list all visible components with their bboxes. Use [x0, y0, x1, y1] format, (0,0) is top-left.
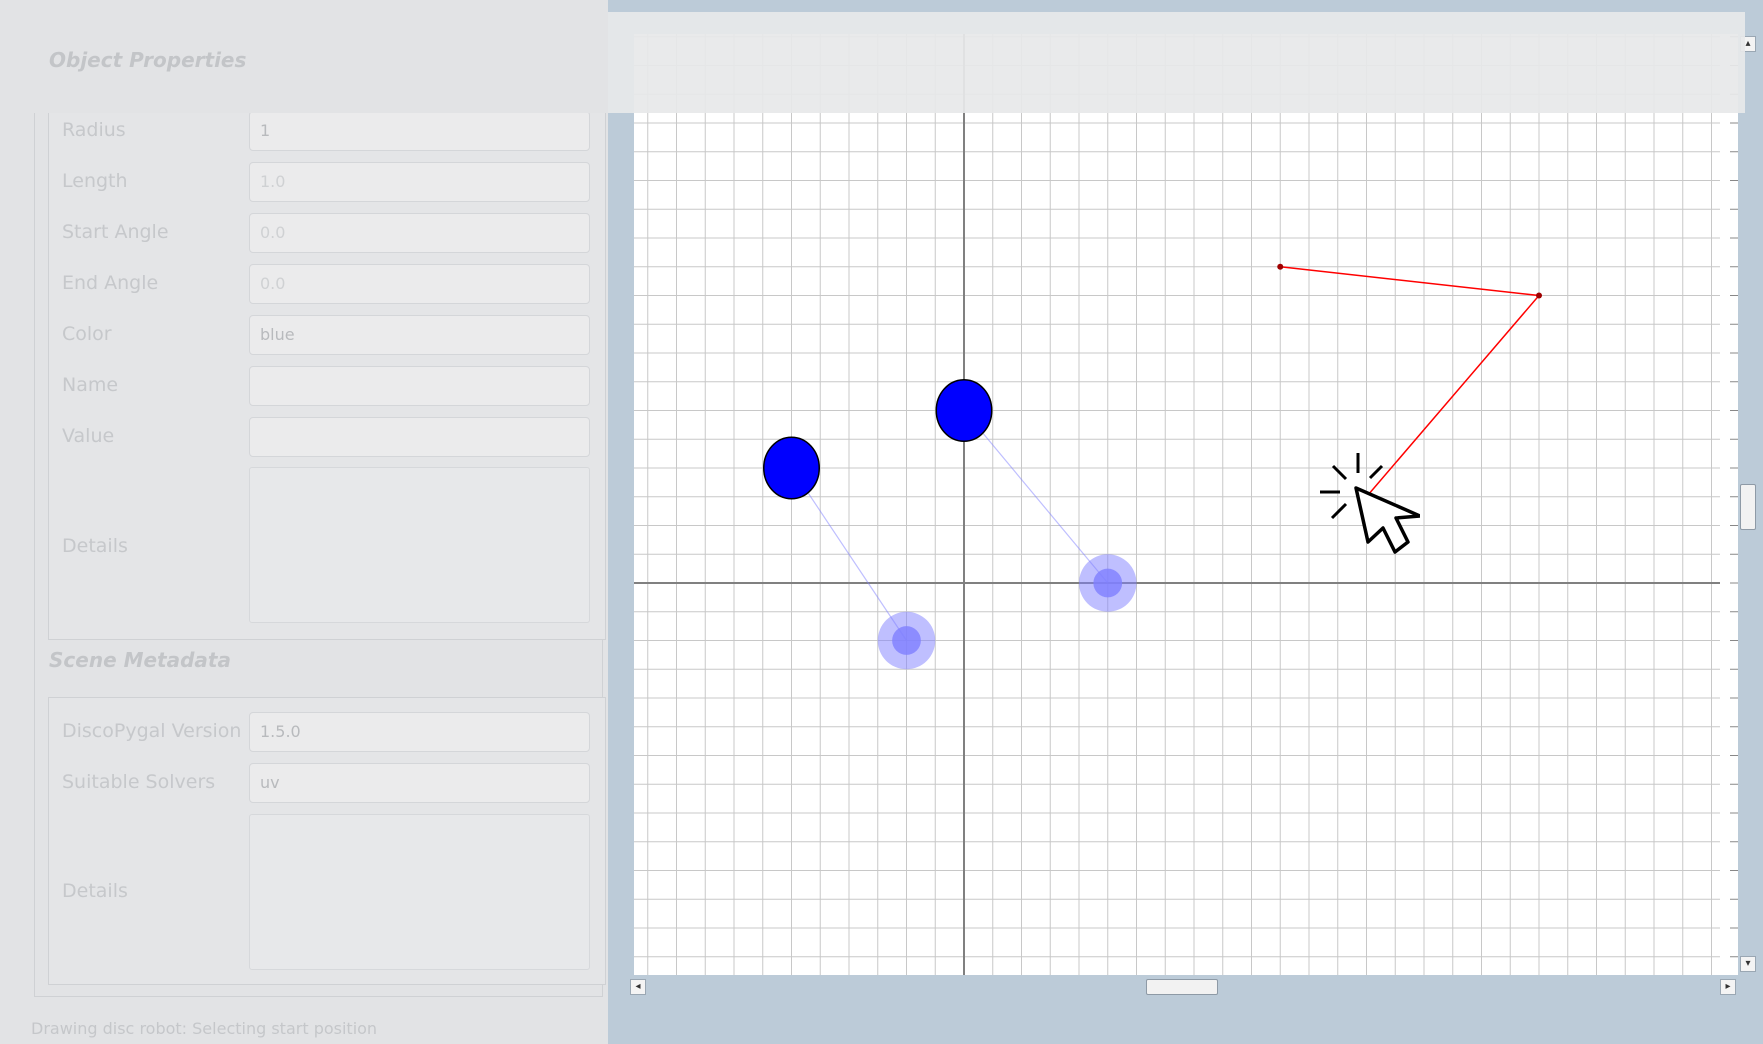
click-cursor-icon: [1320, 453, 1420, 554]
metadata-details-label: Details: [62, 880, 128, 902]
discopygal-version-label: DiscoPygal Version: [62, 720, 242, 742]
field-input-length[interactable]: 1.0: [249, 162, 590, 202]
discopygal-version-input[interactable]: 1.5.0: [249, 712, 590, 752]
suitable-solvers-input[interactable]: uv: [249, 763, 590, 803]
polyline-vertex-1: [1277, 263, 1284, 270]
field-label-length: Length: [62, 170, 128, 192]
disc-robot-1: [763, 436, 820, 500]
robot-goal-core-1: [892, 626, 921, 655]
details-textarea[interactable]: [249, 467, 590, 623]
field-label-end-angle: End Angle: [62, 272, 159, 294]
field-label-value: Value: [62, 425, 115, 447]
field-input-radius[interactable]: 1: [249, 111, 590, 151]
robot-goal-core-2: [1093, 568, 1123, 598]
field-label-color: Color: [62, 323, 112, 345]
field-label-name: Name: [62, 374, 119, 396]
left-panel: Radius 1 Length 1.0 Start Angle 0.0 End Angle 0…: [0, 0, 608, 1044]
vertical-scrollbar[interactable]: ▴ ▾: [1738, 34, 1758, 975]
vertical-scroll-thumb[interactable]: [1740, 484, 1756, 530]
field-input-start-angle[interactable]: 0.0: [249, 213, 590, 253]
horizontal-scroll-thumb[interactable]: [1146, 979, 1218, 995]
field-label-start-angle: Start Angle: [62, 221, 169, 243]
field-input-value[interactable]: [249, 417, 590, 457]
field-input-color[interactable]: blue: [249, 315, 590, 355]
scroll-down-button[interactable]: ▾: [1740, 956, 1756, 972]
details-label: Details: [62, 535, 128, 557]
scroll-left-button[interactable]: ◂: [630, 979, 646, 995]
field-label-radius: Radius: [62, 119, 126, 141]
horizontal-scrollbar[interactable]: ◂ ▸: [628, 977, 1738, 997]
right-ruler: [1720, 34, 1738, 975]
scene-metadata-title: Scene Metadata: [49, 648, 231, 672]
disc-robot-2: [935, 379, 993, 442]
metadata-details-textarea[interactable]: [249, 814, 590, 970]
field-input-name[interactable]: [249, 366, 590, 406]
suitable-solvers-label: Suitable Solvers: [62, 771, 216, 793]
scene-canvas[interactable]: [634, 34, 1720, 975]
scroll-right-button[interactable]: ▸: [1720, 979, 1736, 995]
polyline-vertex-2: [1536, 292, 1542, 299]
field-input-end-angle[interactable]: 0.0: [249, 264, 590, 304]
status-bar-text: Drawing disc robot: Selecting start posi…: [31, 1019, 378, 1038]
scene-svg[interactable]: [634, 34, 1720, 975]
object-properties-title: Object Properties: [49, 48, 247, 72]
